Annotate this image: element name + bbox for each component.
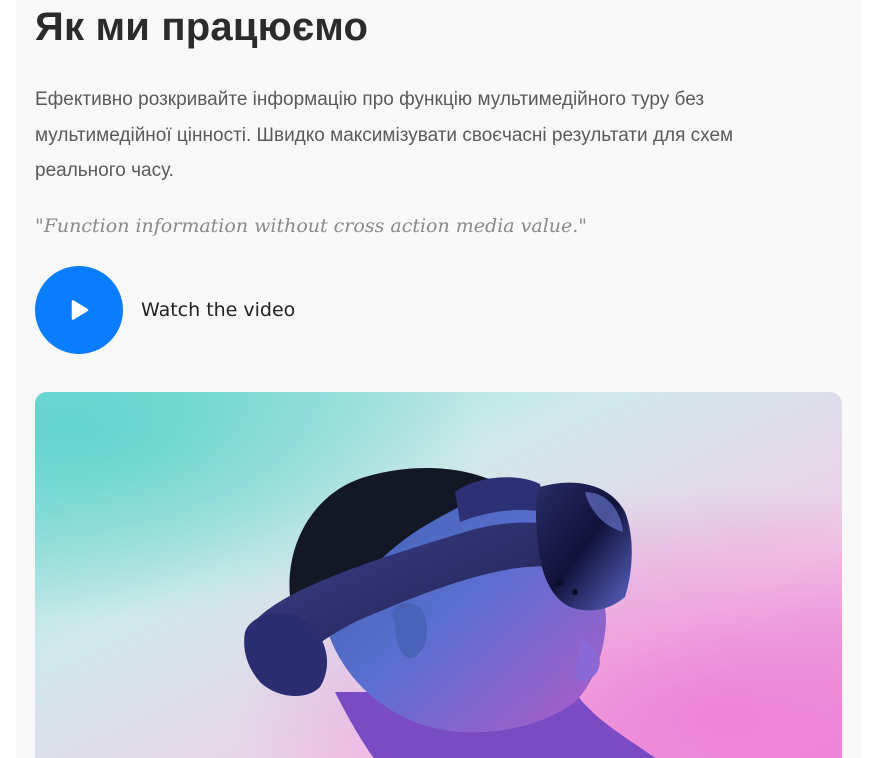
play-video-button[interactable] [35,266,123,354]
section-title: Як ми працюємо [35,5,369,49]
hero-image-vr-headset [35,392,842,758]
watch-video-label: Watch the video [141,299,296,321]
section-quote: "Function information without cross acti… [35,215,588,237]
section-description: Ефективно розкривайте інформацію про фун… [35,89,734,181]
watch-video-link[interactable]: Watch the video [35,266,295,354]
play-icon [71,300,89,320]
how-we-work-section: Як ми працюємо Ефективно розкривайте інф… [16,0,861,758]
vr-illustration [35,392,842,758]
